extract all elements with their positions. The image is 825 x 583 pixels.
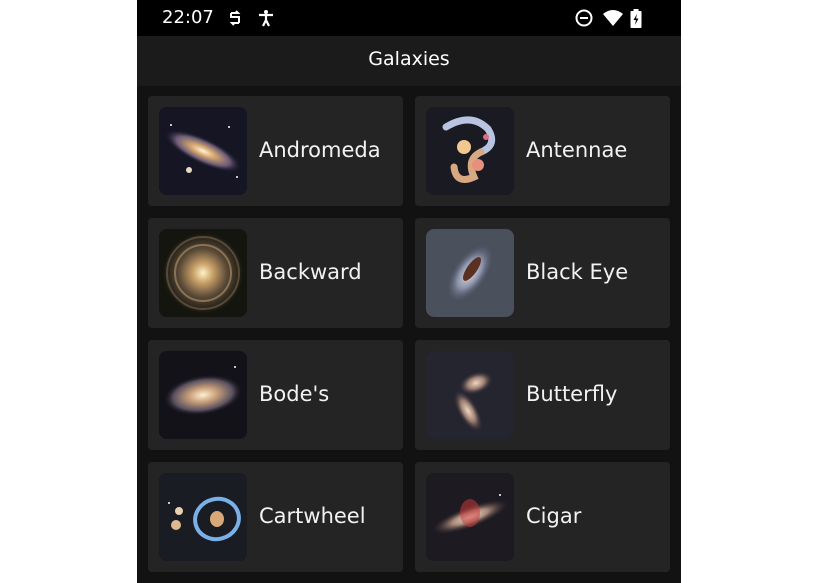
accessibility-icon <box>257 9 275 27</box>
galaxy-card-antennae[interactable]: Antennae <box>415 96 670 206</box>
galaxy-name: Andromeda <box>259 138 381 162</box>
galaxy-card-backward[interactable]: Backward <box>148 218 403 328</box>
backward-thumbnail <box>159 229 247 317</box>
galaxy-name: Black Eye <box>526 260 629 284</box>
status-time: 22:07 <box>162 7 214 28</box>
galaxy-name: Cigar <box>526 504 582 528</box>
antennae-thumbnail <box>426 107 514 195</box>
page-title: Galaxies <box>368 48 450 70</box>
galaxy-name: Antennae <box>526 138 628 162</box>
galaxy-card-cartwheel[interactable]: Cartwheel <box>148 462 403 572</box>
status-bar: 22:07 <box>137 0 681 36</box>
galaxy-name: Backward <box>259 260 362 284</box>
phone-screen: 22:07 Galaxies Andromeda Antennae Backwa… <box>137 0 681 583</box>
galaxy-name: Cartwheel <box>259 504 366 528</box>
galaxy-card-cigar[interactable]: Cigar <box>415 462 670 572</box>
wifi-icon <box>602 9 624 27</box>
do-not-disturb-icon <box>575 9 593 27</box>
butterfly-thumbnail <box>426 351 514 439</box>
bodes-thumbnail <box>159 351 247 439</box>
cartwheel-thumbnail <box>159 473 247 561</box>
galaxy-card-black-eye[interactable]: Black Eye <box>415 218 670 328</box>
galaxy-name: Butterfly <box>526 382 618 406</box>
galaxy-grid: Andromeda Antennae Backward Black Eye Bo… <box>148 96 670 583</box>
galaxy-card-butterfly[interactable]: Butterfly <box>415 340 670 450</box>
galaxy-card-bodes[interactable]: Bode's <box>148 340 403 450</box>
battery-charging-icon <box>630 9 642 28</box>
galaxy-name: Bode's <box>259 382 330 406</box>
cigar-thumbnail <box>426 473 514 561</box>
galaxy-card-andromeda[interactable]: Andromeda <box>148 96 403 206</box>
sync-icon <box>226 9 244 27</box>
andromeda-thumbnail <box>159 107 247 195</box>
app-bar: Galaxies <box>137 36 681 86</box>
black-eye-thumbnail <box>426 229 514 317</box>
